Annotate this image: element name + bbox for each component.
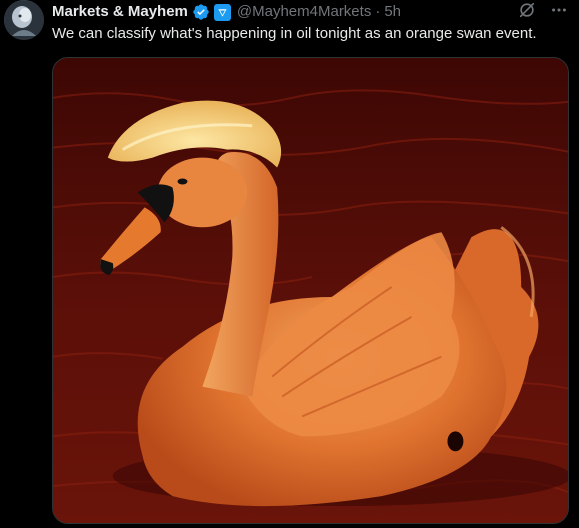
display-name[interactable]: Markets & Mayhem — [52, 2, 188, 22]
avatar[interactable] — [4, 0, 44, 40]
handle[interactable]: @Mayhem4Markets — [237, 2, 371, 22]
separator-dot: · — [375, 3, 381, 20]
more-icon[interactable] — [549, 0, 569, 20]
affiliate-badge-icon[interactable] — [213, 3, 231, 21]
grok-icon[interactable] — [517, 0, 537, 20]
tweet-text: We can classify what's happening in oil … — [52, 25, 537, 42]
timestamp[interactable]: 5h — [384, 2, 401, 22]
tweet-media[interactable] — [52, 57, 569, 524]
orange-swan-image — [53, 58, 568, 523]
header-actions — [517, 0, 569, 20]
avatar-image — [4, 0, 44, 40]
tweet-header: Markets & Mayhem @Mayhem4Markets · 5h — [52, 2, 571, 22]
verified-badge-icon[interactable] — [192, 3, 210, 21]
tweet[interactable]: Markets & Mayhem @Mayhem4Markets · 5h We… — [0, 0, 579, 528]
